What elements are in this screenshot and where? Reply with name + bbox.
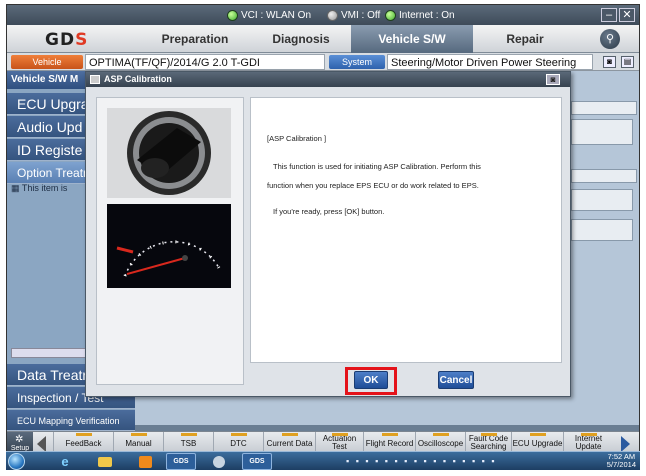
minimize-button[interactable]: – xyxy=(601,8,617,22)
vci-status-text: VCI : WLAN On xyxy=(241,9,312,21)
gds-taskbar-icon[interactable]: GDS xyxy=(166,453,196,470)
ignition-key-image xyxy=(107,108,231,198)
dialog-image-panel xyxy=(96,97,244,385)
vehicle-info-bar: Vehicle OPTIMA(TF/QF)/2014/G 2.0 T-GDI S… xyxy=(7,53,639,71)
content-header-box xyxy=(571,101,637,115)
gds-window: VCI : WLAN On VMI : Off Internet : On – … xyxy=(6,4,640,470)
internet-status-text: Internet : On xyxy=(399,9,455,21)
internet-status-icon xyxy=(385,9,396,21)
gds-logo: GDS xyxy=(45,30,89,50)
vehicle-selector-button[interactable]: Vehicle xyxy=(11,55,83,69)
dialog-title-icon xyxy=(90,75,100,84)
print-icon[interactable]: ▤ xyxy=(621,56,634,68)
tools-icon: ✲ xyxy=(15,434,24,445)
cancel-button[interactable]: Cancel xyxy=(438,371,474,389)
content-box xyxy=(571,189,633,211)
sidebar-item-ecu-mapping[interactable]: ECU Mapping Verification xyxy=(7,410,135,431)
file-explorer-icon[interactable] xyxy=(90,453,120,470)
tab-repair[interactable]: Repair xyxy=(473,25,577,53)
message-line-1: This function is used for initiating ASP… xyxy=(273,162,481,171)
system-field: Steering/Motor Driven Power Steering xyxy=(387,54,593,70)
content-header-box xyxy=(571,169,637,183)
message-line-2: function when you replace EPS ECU or do … xyxy=(267,181,479,190)
dialog-message-panel: [ASP Calibration ] This function is used… xyxy=(250,97,562,363)
vmi-status: VMI : Off xyxy=(327,8,380,22)
content-box xyxy=(571,119,633,145)
camera-icon[interactable]: ◙ xyxy=(603,56,616,68)
title-bar: VCI : WLAN On VMI : Off Internet : On – … xyxy=(7,5,639,25)
system-tray: ▪ ▪ ▪ ▪ ▪ ▪ ▪ ▪ ▪ ▪ ▪ ▪ ▪ ▪ ▪ ▪ xyxy=(346,456,497,466)
dialog-camera-icon[interactable]: ◙ xyxy=(546,74,560,85)
vci-status: VCI : WLAN On xyxy=(227,8,311,22)
vci-status-icon xyxy=(227,9,238,21)
info-icon: ▦ xyxy=(11,183,22,193)
tab-diagnosis[interactable]: Diagnosis xyxy=(251,25,351,53)
tab-vehicle-sw-management[interactable]: Vehicle S/W Management xyxy=(351,25,473,74)
system-selector-button[interactable]: System xyxy=(329,55,385,69)
vmi-status-text: VMI : Off xyxy=(341,9,381,21)
asp-calibration-dialog: ASP Calibration ◙ [ASP Calibration] Thi… xyxy=(85,71,571,397)
windows-taskbar: e GDS GDS ▪ ▪ ▪ ▪ ▪ ▪ ▪ ▪ ▪ ▪ ▪ ▪ ▪ ▪ ▪ … xyxy=(6,451,640,470)
illustration xyxy=(107,108,231,288)
message-heading: [ASP Calibration ] xyxy=(267,134,327,143)
close-window-button[interactable]: ✕ xyxy=(619,8,635,22)
internet-status: Internet : On xyxy=(385,8,455,22)
vmi-status-icon xyxy=(327,9,338,21)
network-tool-icon[interactable] xyxy=(204,453,234,470)
main-nav: GDS Preparation Diagnosis Vehicle S/W Ma… xyxy=(7,25,639,74)
tab-preparation[interactable]: Preparation xyxy=(139,25,251,53)
gds-taskbar-icon-2[interactable]: GDS xyxy=(242,453,272,470)
search-icon[interactable]: ⚲ xyxy=(600,29,620,49)
vehicle-model-field: OPTIMA(TF/QF)/2014/G 2.0 T-GDI xyxy=(85,54,325,70)
scroll-right-icon[interactable] xyxy=(621,436,630,452)
system-clock[interactable]: 7:52 AM 5/7/2014 xyxy=(607,453,636,469)
scroll-left-icon[interactable] xyxy=(37,436,46,452)
message-line-3: If you're ready, press [OK] button. xyxy=(273,207,385,216)
dialog-title: ASP Calibration xyxy=(86,72,570,87)
media-player-icon[interactable] xyxy=(130,453,160,470)
ok-button[interactable]: OK xyxy=(354,371,388,389)
start-button-icon[interactable] xyxy=(8,453,25,470)
tachometer-image xyxy=(107,204,231,288)
internet-explorer-icon[interactable]: e xyxy=(50,453,80,470)
content-box xyxy=(571,219,633,241)
